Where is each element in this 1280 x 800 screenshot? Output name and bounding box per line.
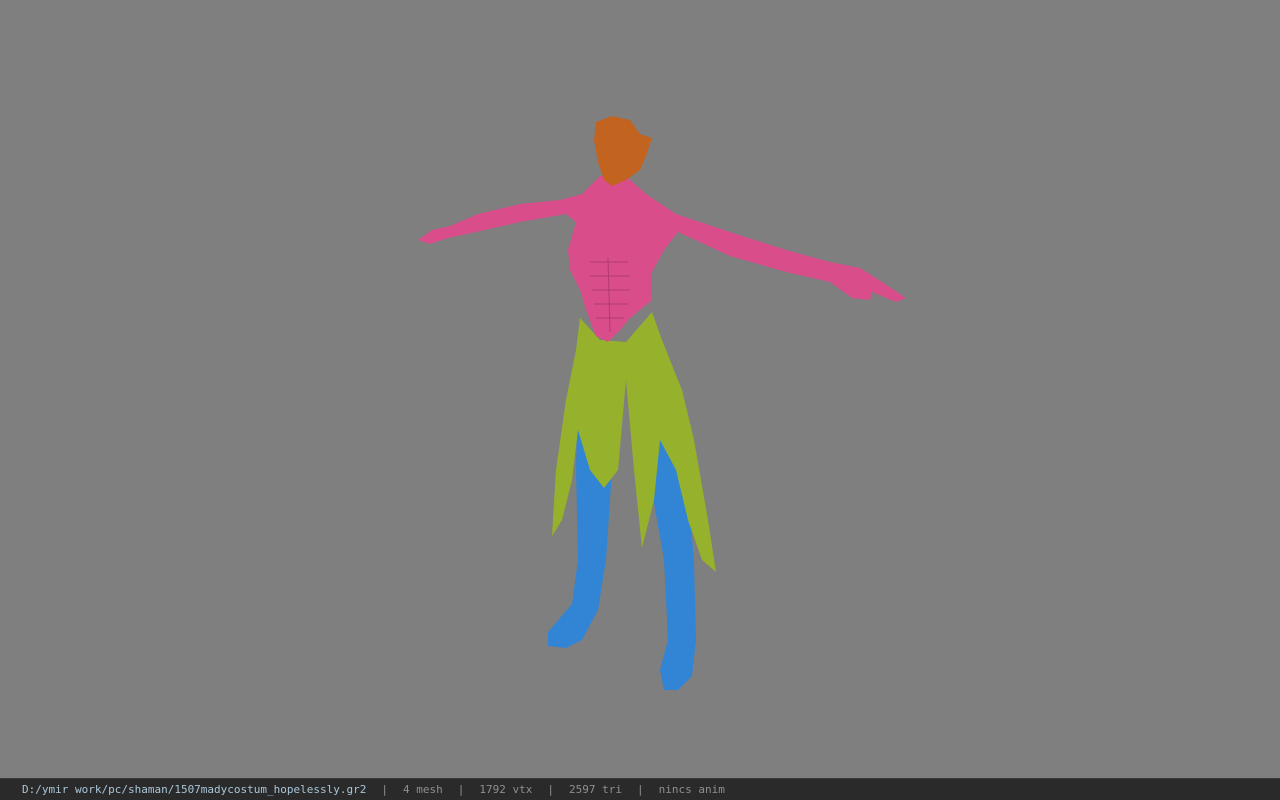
model-top bbox=[418, 176, 906, 342]
status-separator: | bbox=[547, 783, 554, 796]
status-animation: nincs anim bbox=[658, 783, 725, 796]
status-separator: | bbox=[457, 783, 465, 796]
status-triangle-count: 2597 tri bbox=[568, 783, 622, 796]
model-render bbox=[418, 116, 906, 690]
status-bar: D:/ymir work/pc/shaman/1507madycostum_ho… bbox=[0, 778, 1280, 800]
3d-viewport[interactable] bbox=[0, 0, 1280, 778]
model-head bbox=[594, 116, 652, 186]
status-file-path: D:/ymir work/pc/shaman/1507madycostum_ho… bbox=[22, 783, 367, 796]
status-separator: | bbox=[636, 783, 644, 796]
status-separator: | bbox=[381, 783, 388, 796]
status-vertex-count: 1792 vtx bbox=[479, 783, 533, 796]
status-mesh-count: 4 mesh bbox=[403, 783, 443, 796]
